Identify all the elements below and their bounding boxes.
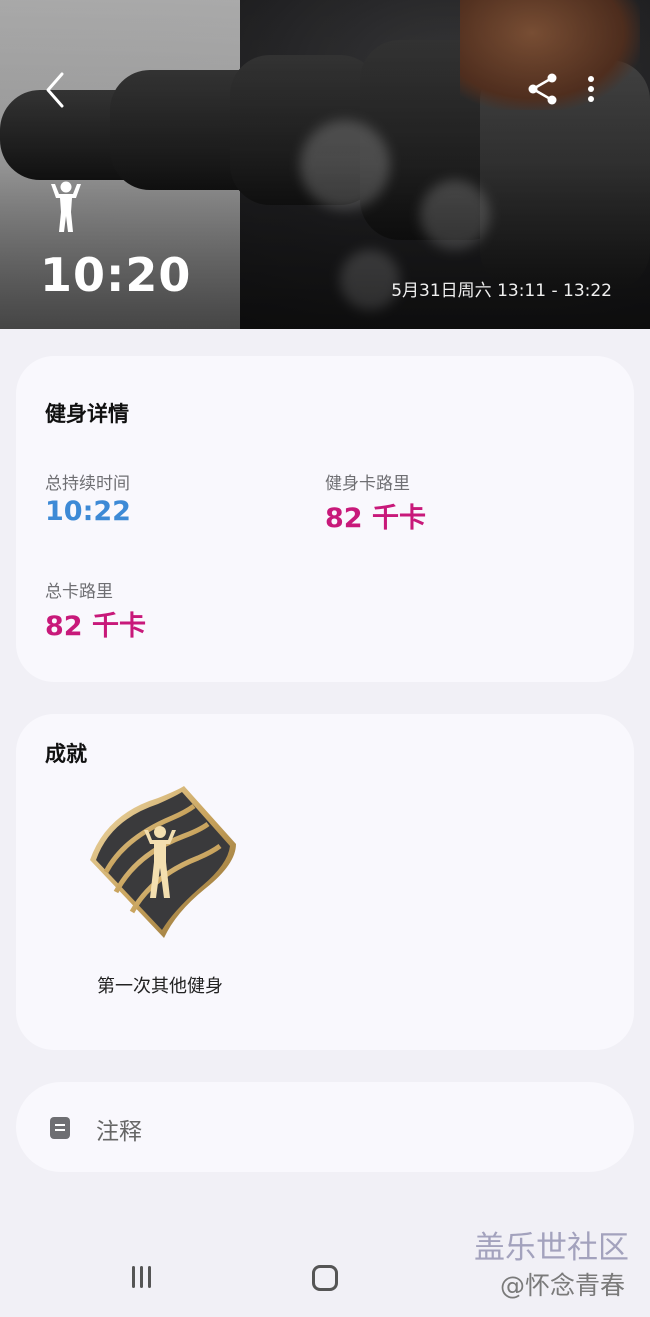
- home-button[interactable]: [312, 1265, 338, 1291]
- share-icon: [528, 73, 557, 105]
- workout-person-icon: [48, 180, 84, 234]
- recent-apps-button[interactable]: [130, 1266, 156, 1290]
- watermark-user: @怀念青春: [500, 1271, 626, 1300]
- workout-calories-label: 健身卡路里: [325, 474, 410, 494]
- more-options-button[interactable]: [576, 70, 606, 108]
- achievement-badge[interactable]: [86, 784, 242, 944]
- details-title: 健身详情: [45, 402, 129, 426]
- total-calories-label: 总卡路里: [45, 582, 113, 602]
- total-duration-label: 总持续时间: [45, 474, 130, 494]
- badge-label: 第一次其他健身: [97, 976, 223, 997]
- achievements-card: 成就 第一次其他健身: [16, 714, 634, 1050]
- workout-details-card: 健身详情 总持续时间 10:22 健身卡路里 82 千卡 总卡路里 82 千卡: [16, 356, 634, 682]
- note-label: 注释: [96, 1119, 142, 1145]
- workout-date-range: 5月31日周六 13:11 - 13:22: [391, 281, 612, 301]
- note-icon: [50, 1117, 70, 1139]
- more-vert-icon: [588, 76, 594, 102]
- total-calories-value: 82 千卡: [45, 611, 146, 642]
- achievements-title: 成就: [45, 742, 87, 766]
- watermark-community: 盖乐世社区: [474, 1230, 629, 1266]
- note-card[interactable]: 注释: [16, 1082, 634, 1172]
- workout-duration: 10:20: [40, 248, 192, 302]
- badge-icon: [90, 786, 236, 938]
- total-duration-value: 10:22: [45, 496, 131, 527]
- chevron-left-icon: [46, 72, 64, 108]
- share-button[interactable]: [524, 70, 562, 108]
- workout-calories-value: 82 千卡: [325, 503, 426, 534]
- header-image: 10:20 5月31日周六 13:11 - 13:22: [0, 0, 650, 329]
- back-button[interactable]: [36, 66, 76, 114]
